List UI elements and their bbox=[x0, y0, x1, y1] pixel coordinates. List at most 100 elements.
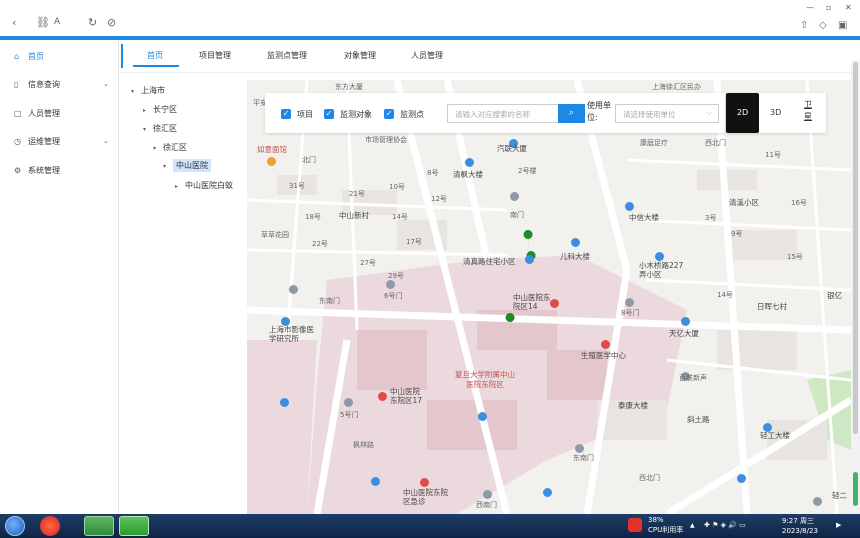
tray-expand-icon[interactable]: ▲ bbox=[690, 521, 695, 530]
tab-project-management[interactable]: 项目管理 bbox=[199, 50, 231, 61]
search-input[interactable]: 请输入对应搜索的名称 bbox=[447, 104, 559, 123]
view-satellite-button[interactable]: 卫星 bbox=[804, 99, 816, 123]
sidebar-item-label: 人员管理 bbox=[28, 108, 60, 118]
caret-right-icon[interactable]: ▸ bbox=[143, 107, 153, 114]
building-poi-icon[interactable] bbox=[525, 255, 534, 264]
floating-widget[interactable] bbox=[853, 472, 858, 506]
building-poi-icon[interactable] bbox=[465, 158, 474, 167]
hospital-poi-icon[interactable] bbox=[601, 340, 610, 349]
app-icon[interactable] bbox=[40, 516, 60, 536]
tree-node-xuhui[interactable]: ▾ 徐汇区 bbox=[143, 123, 177, 134]
sidebar-item-home[interactable]: ⌂ 首页 bbox=[0, 42, 119, 70]
tray-icons[interactable]: ✚ ⚑ ◈ 🔊 ▭ bbox=[704, 521, 746, 530]
tree-node-shanghai[interactable]: ▾ 上海市 bbox=[131, 85, 165, 96]
compass-icon[interactable]: ⊘ bbox=[107, 17, 116, 28]
map-label: 3号 bbox=[705, 214, 717, 222]
map-label: 清溪小区 bbox=[729, 198, 759, 207]
sidebar-item-personnel[interactable]: □ 人员管理 bbox=[0, 99, 119, 127]
tree-node-zhongshan-hospital[interactable]: ▾ 中山医院 bbox=[163, 159, 211, 172]
refresh-icon[interactable]: ↻ bbox=[88, 17, 97, 28]
map-label: 14号 bbox=[717, 291, 733, 299]
sidebar-item-info-query[interactable]: ▯ 信息查询 ⌄ bbox=[0, 70, 119, 98]
sidebar-item-label: 系统管理 bbox=[28, 165, 60, 175]
building-poi-icon[interactable] bbox=[571, 238, 580, 247]
hospital-poi-icon[interactable] bbox=[378, 392, 387, 401]
search-icon: ⌕ bbox=[568, 108, 575, 118]
caret-down-icon[interactable]: ▾ bbox=[163, 163, 173, 170]
restore-icon[interactable]: ▫ bbox=[826, 3, 831, 12]
map-canvas[interactable]: 平安 东方大厦 上海徐汇区民办 市场管理协会 如意面馆 汽联大厦 康庭足疗 西北… bbox=[247, 80, 851, 514]
building-poi-icon[interactable] bbox=[625, 202, 634, 211]
bus-stop-poi-icon[interactable] bbox=[371, 477, 380, 486]
scrollbar-thumb[interactable] bbox=[853, 62, 858, 434]
start-button[interactable] bbox=[5, 516, 25, 536]
tree-node-zhongshan-termite[interactable]: ▸ 中山医院白蚁 bbox=[175, 180, 233, 191]
map-view-switcher: 2D 3D 卫星 bbox=[726, 93, 826, 133]
tab-home[interactable]: 首页 bbox=[147, 50, 163, 61]
bus-stop-poi-icon[interactable] bbox=[737, 474, 746, 483]
building-poi-icon[interactable] bbox=[681, 317, 690, 326]
search-button[interactable]: ⌕ bbox=[558, 104, 585, 123]
checkbox-project[interactable]: ✓ bbox=[281, 109, 291, 119]
checkbox-monitoring-point[interactable]: ✓ bbox=[384, 109, 394, 119]
sidebar-item-system[interactable]: ⚙ 系统管理 bbox=[0, 156, 119, 184]
map-label: 14号 bbox=[392, 213, 408, 221]
sidebar-item-label: 运维管理 bbox=[28, 136, 60, 146]
cube-icon[interactable]: ◇ bbox=[819, 20, 827, 31]
map-label: 上海市影像医学研究所 bbox=[269, 325, 314, 343]
gate-poi-icon[interactable] bbox=[813, 497, 822, 506]
link-icon[interactable]: ⛓ bbox=[36, 17, 50, 28]
window-icon[interactable]: ▣ bbox=[838, 20, 847, 31]
view-3d-button[interactable]: 3D bbox=[770, 93, 781, 133]
wechat-icon[interactable] bbox=[119, 516, 149, 536]
tab-monitoring-point-management[interactable]: 监测点管理 bbox=[267, 50, 307, 61]
caret-down-icon[interactable]: ▾ bbox=[131, 88, 141, 95]
map-label: 轻二 bbox=[832, 491, 847, 500]
gate-poi-icon[interactable] bbox=[510, 192, 519, 201]
map-label: 如意面馆 bbox=[257, 145, 287, 154]
close-icon[interactable]: ✕ bbox=[845, 3, 852, 12]
caret-down-icon[interactable]: ▾ bbox=[143, 126, 153, 133]
caret-down-icon[interactable]: ▾ bbox=[153, 145, 163, 152]
tab-personnel-management[interactable]: 人员管理 bbox=[411, 50, 443, 61]
app-icon[interactable] bbox=[84, 516, 114, 536]
map-filter-panel: ✓ 项目 ✓ 监测对象 ✓ 监测点 请输入对应搜索的名称 ⌕ 使用单位: 请选择… bbox=[265, 93, 725, 133]
building-poi-icon[interactable] bbox=[478, 412, 487, 421]
hospital-poi-icon[interactable] bbox=[420, 478, 429, 487]
gate-poi-icon[interactable] bbox=[344, 398, 353, 407]
gate-poi-icon[interactable] bbox=[289, 285, 298, 294]
clock-icon: ◷ bbox=[14, 136, 21, 146]
checkbox-monitoring-object[interactable]: ✓ bbox=[324, 109, 334, 119]
clock-time: 9:27 周三 bbox=[782, 517, 814, 525]
building-poi-icon[interactable] bbox=[280, 398, 289, 407]
sidebar-item-label: 信息查询 bbox=[28, 79, 60, 89]
map-label: 2号楼 bbox=[518, 167, 537, 175]
sidebar-item-operations[interactable]: ◷ 运维管理 ⌄ bbox=[0, 127, 119, 155]
restaurant-poi-icon[interactable] bbox=[267, 157, 276, 166]
font-size-icon[interactable]: A bbox=[54, 17, 60, 28]
gate-poi-icon[interactable] bbox=[386, 280, 395, 289]
tree-node-changning[interactable]: ▸ 长宁区 bbox=[143, 104, 177, 115]
back-icon[interactable]: ‹ bbox=[12, 17, 16, 28]
tab-active-underline bbox=[133, 65, 179, 67]
tray-app-icon[interactable] bbox=[628, 518, 642, 532]
gate-poi-icon[interactable] bbox=[575, 444, 584, 453]
building-poi-icon[interactable] bbox=[655, 252, 664, 261]
minimize-icon[interactable]: — bbox=[806, 3, 814, 12]
home-icon: ⌂ bbox=[14, 51, 20, 61]
view-2d-button[interactable]: 2D bbox=[726, 93, 759, 133]
chevron-down-icon: ⌄ bbox=[103, 80, 109, 88]
share-icon[interactable]: ⇧ bbox=[800, 20, 808, 31]
tree-node-xuhui-sub[interactable]: ▾ 徐汇区 bbox=[153, 142, 187, 153]
map-label: 中山医院东院区急诊 bbox=[403, 488, 448, 506]
tab-object-management[interactable]: 对象管理 bbox=[344, 50, 376, 61]
gate-poi-icon[interactable] bbox=[483, 490, 492, 499]
bus-stop-poi-icon[interactable] bbox=[543, 488, 552, 497]
gate-poi-icon[interactable] bbox=[625, 298, 634, 307]
caret-right-icon[interactable]: ▸ bbox=[175, 183, 185, 190]
map-label: 5号门 bbox=[340, 411, 359, 419]
map-label: 8号门 bbox=[621, 309, 640, 317]
checkbox-label: 监测对象 bbox=[340, 110, 372, 119]
unit-select[interactable]: 请选择使用单位 ⌵ bbox=[615, 104, 719, 123]
show-desktop-icon[interactable]: ▶ bbox=[836, 521, 841, 530]
